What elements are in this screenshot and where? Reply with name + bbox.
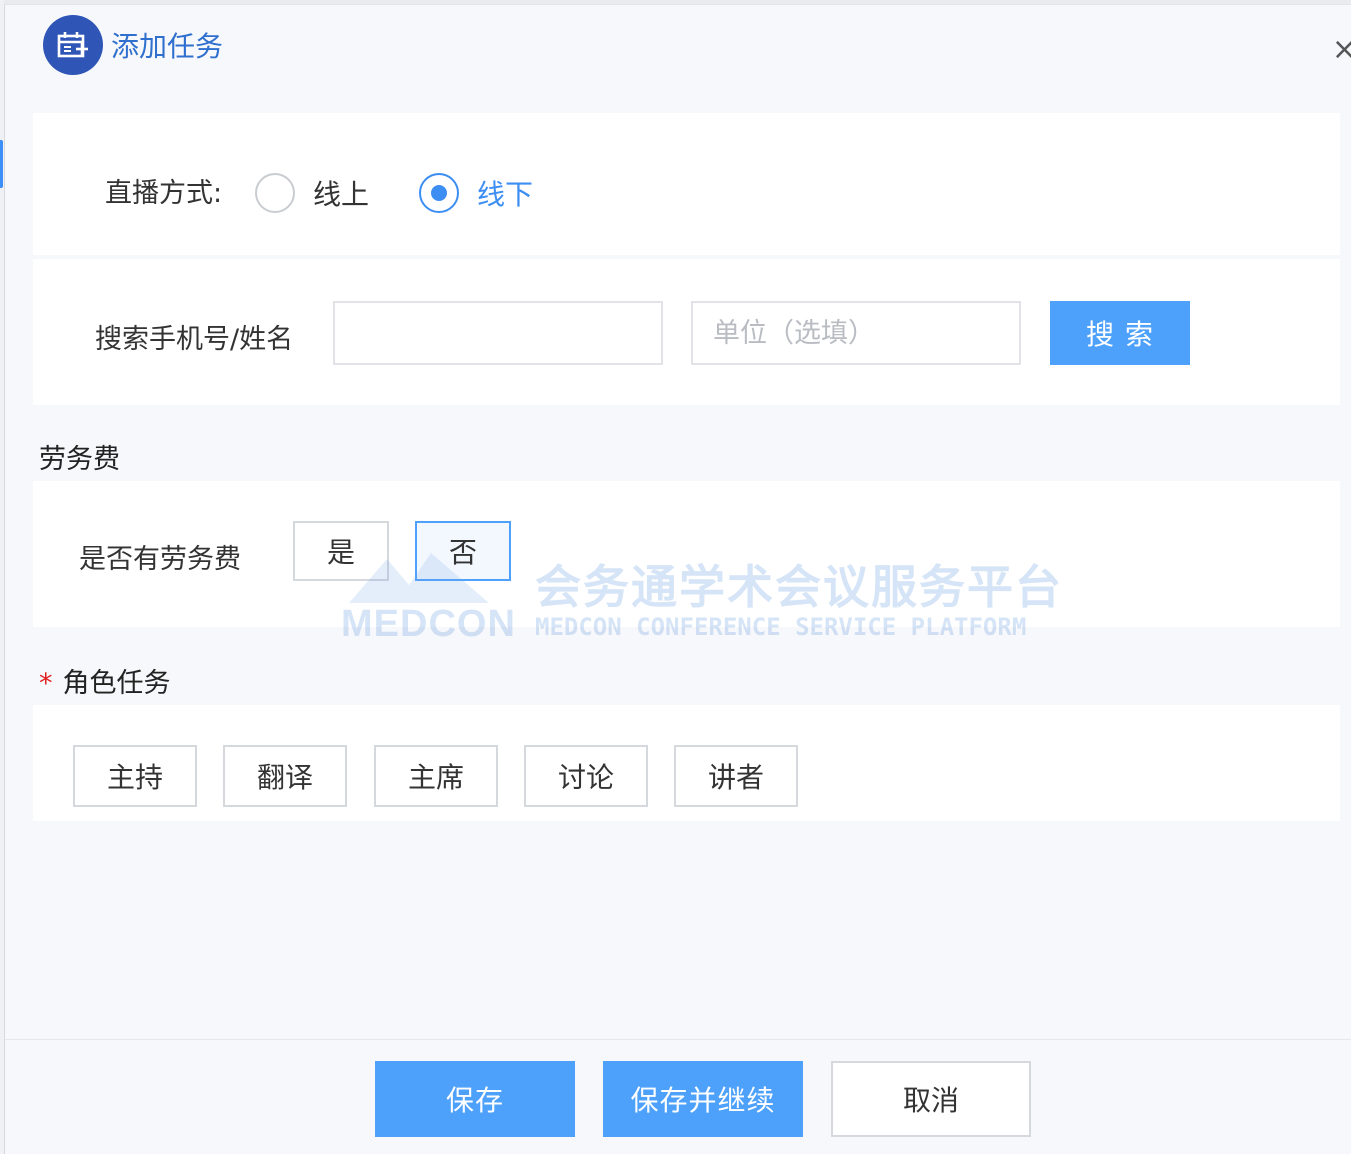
cancel-button[interactable]: 取消: [831, 1061, 1031, 1137]
fee-question-label: 是否有劳务费: [79, 544, 241, 575]
radio-online[interactable]: 线上: [255, 173, 369, 213]
task-calendar-icon: [43, 15, 103, 75]
search-label: 搜索手机号/姓名: [95, 324, 294, 355]
live-mode-label: 直播方式:: [105, 178, 223, 209]
radio-offline[interactable]: 线下: [419, 173, 533, 213]
dialog-title: 添加任务: [111, 30, 224, 63]
save-continue-button[interactable]: 保存并继续: [603, 1061, 803, 1137]
role-section-title: * 角色任务: [39, 661, 171, 700]
fee-yes-button[interactable]: 是: [293, 521, 389, 581]
background-accent: [0, 140, 3, 188]
role-section-label: 角色任务: [62, 668, 171, 699]
role-host-button[interactable]: 主持: [73, 745, 197, 807]
radio-circle-icon: [419, 173, 459, 213]
radio-online-label: 线上: [313, 178, 370, 211]
footer-divider: [5, 1039, 1351, 1040]
role-card: 主持 翻译 主席 讨论 讲者: [33, 705, 1340, 821]
fee-section-title: 劳务费: [39, 444, 120, 475]
save-button[interactable]: 保存: [375, 1061, 575, 1137]
search-card: 搜索手机号/姓名 搜 索: [33, 259, 1340, 405]
role-chair-button[interactable]: 主席: [374, 745, 498, 807]
fee-card: 是否有劳务费 是 否: [33, 481, 1340, 627]
search-button[interactable]: 搜 索: [1050, 301, 1190, 365]
dialog-header: 添加任务: [43, 13, 223, 77]
fee-no-button[interactable]: 否: [415, 521, 511, 581]
radio-offline-label: 线下: [477, 178, 534, 211]
role-discussion-button[interactable]: 讨论: [524, 745, 648, 807]
add-task-dialog: 添加任务 × 直播方式: 线上 线下 搜索手机号/姓名 搜 索 劳务费 是否有劳…: [4, 4, 1351, 1154]
unit-input[interactable]: [691, 301, 1021, 365]
role-translator-button[interactable]: 翻译: [223, 745, 347, 807]
radio-circle-icon: [255, 173, 295, 213]
close-icon[interactable]: ×: [1332, 35, 1351, 65]
required-mark: *: [39, 668, 53, 699]
phone-name-input[interactable]: [333, 301, 663, 365]
live-mode-card: 直播方式: 线上 线下: [33, 113, 1340, 255]
role-speaker-button[interactable]: 讲者: [674, 745, 798, 807]
